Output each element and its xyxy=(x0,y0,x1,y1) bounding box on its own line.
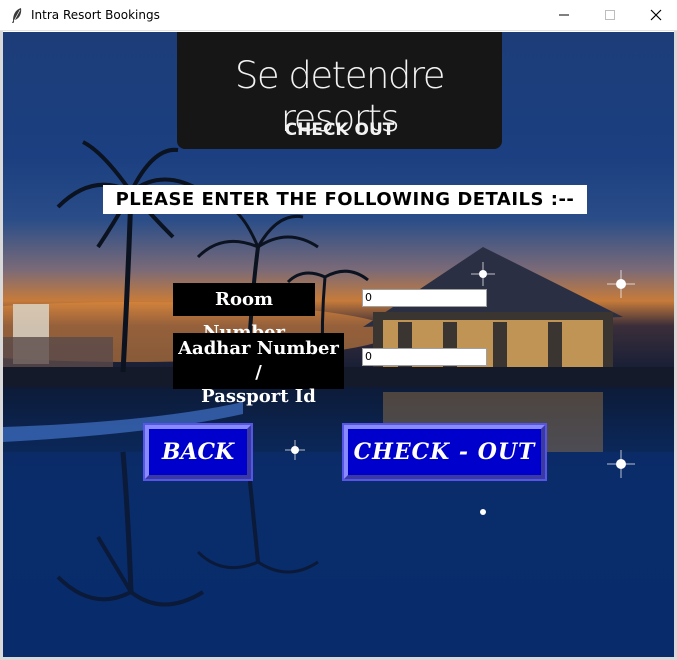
maximize-button[interactable] xyxy=(587,0,633,31)
aadhar-label-line2: Passport Id xyxy=(201,386,316,407)
aadhar-passport-label: Aadhar Number / Passport Id xyxy=(173,333,344,407)
aadhar-label-line1: Aadhar Number / xyxy=(178,338,339,383)
room-number-label: Room Number xyxy=(173,283,315,343)
room-number-input[interactable]: 0 xyxy=(362,289,487,307)
aadhar-passport-input[interactable]: 0 xyxy=(362,348,487,366)
minimize-icon xyxy=(559,14,569,16)
resort-banner: Se detendre resorts CHECK OUT xyxy=(177,32,502,149)
minimize-button[interactable] xyxy=(541,0,587,31)
window-title: Intra Resort Bookings xyxy=(31,8,160,22)
maximize-icon xyxy=(605,10,615,20)
instruction-heading: PLEASE ENTER THE FOLLOWING DETAILS :-- xyxy=(103,185,587,214)
window-titlebar: Intra Resort Bookings xyxy=(0,0,677,31)
page-title: CHECK OUT xyxy=(284,120,395,140)
check-out-button[interactable]: CHECK - OUT xyxy=(342,423,547,481)
feather-icon xyxy=(10,7,24,24)
back-button[interactable]: BACK xyxy=(143,423,253,481)
close-button[interactable] xyxy=(633,0,677,31)
close-icon xyxy=(650,9,662,21)
